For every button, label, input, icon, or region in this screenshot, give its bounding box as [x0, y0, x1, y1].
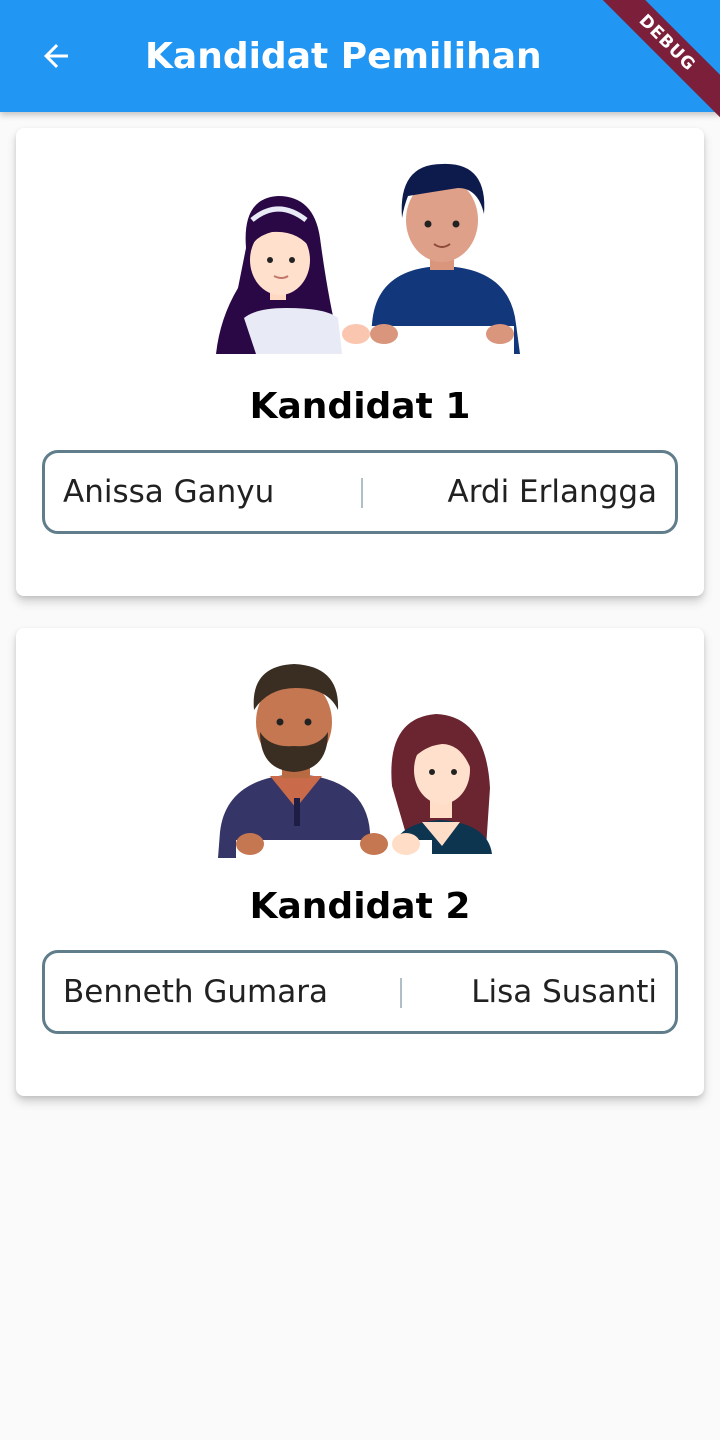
app-bar: Kandidat Pemilihan — [0, 0, 720, 112]
divider — [361, 478, 363, 508]
candidate-title: Kandidat 1 — [249, 386, 471, 427]
candidate-left-name: Benneth Gumara — [63, 974, 328, 1010]
candidate-card-2[interactable]: Kandidat 2 Benneth Gumara Lisa Susanti — [16, 628, 704, 1096]
candidate-title: Kandidat 2 — [249, 886, 471, 927]
couple-illustration — [218, 664, 492, 858]
arrow-back-icon — [44, 44, 68, 68]
page-title: Kandidat Pemilihan — [145, 36, 542, 77]
candidate-left-name: Anissa Ganyu — [63, 474, 275, 510]
couple-illustration — [216, 163, 520, 358]
divider — [400, 978, 402, 1008]
candidate-right-name: Ardi Erlangga — [447, 474, 658, 510]
back-button[interactable] — [24, 24, 88, 88]
candidate-card-1[interactable]: Kandidat 1 Anissa Ganyu Ardi Erlangga — [16, 128, 704, 596]
candidate-pair-box[interactable]: Anissa Ganyu Ardi Erlangga — [42, 450, 678, 534]
candidate-pair-box[interactable]: Benneth Gumara Lisa Susanti — [42, 950, 678, 1034]
candidate-right-name: Lisa Susanti — [471, 974, 657, 1010]
